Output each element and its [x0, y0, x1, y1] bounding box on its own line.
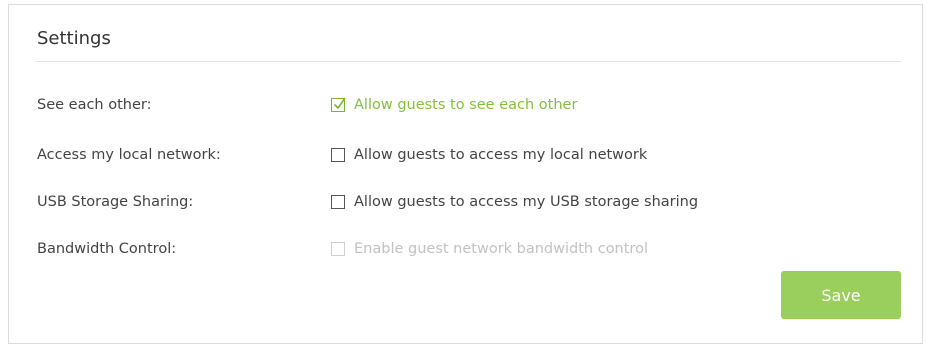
- usb-storage-sharing-label: USB Storage Sharing:: [37, 194, 194, 210]
- usb-storage-sharing-option-text: Allow guests to access my USB storage sh…: [354, 194, 699, 210]
- checkbox-checked-icon[interactable]: [331, 97, 346, 112]
- bandwidth-control-option-text: Enable guest network bandwidth control: [354, 241, 648, 257]
- bandwidth-control-label: Bandwidth Control:: [37, 241, 177, 257]
- checkbox-disabled-icon: [331, 242, 345, 256]
- save-button[interactable]: Save: [781, 271, 901, 319]
- section-title: Settings: [37, 28, 111, 49]
- see-each-other-checkbox[interactable]: Allow guests to see each other: [331, 97, 577, 113]
- settings-panel: Settings See each other: Allow guests to…: [8, 4, 923, 344]
- access-local-network-option-text: Allow guests to access my local network: [354, 147, 648, 163]
- usb-storage-sharing-checkbox[interactable]: Allow guests to access my USB storage sh…: [331, 194, 698, 210]
- access-local-network-label: Access my local network:: [37, 147, 221, 163]
- checkbox-unchecked-icon[interactable]: [331, 195, 345, 209]
- title-divider: [36, 61, 901, 62]
- access-local-network-checkbox[interactable]: Allow guests to access my local network: [331, 147, 647, 163]
- bandwidth-control-checkbox: Enable guest network bandwidth control: [331, 241, 648, 257]
- see-each-other-option-text: Allow guests to see each other: [354, 97, 578, 113]
- see-each-other-label: See each other:: [37, 97, 152, 113]
- checkbox-unchecked-icon[interactable]: [331, 148, 345, 162]
